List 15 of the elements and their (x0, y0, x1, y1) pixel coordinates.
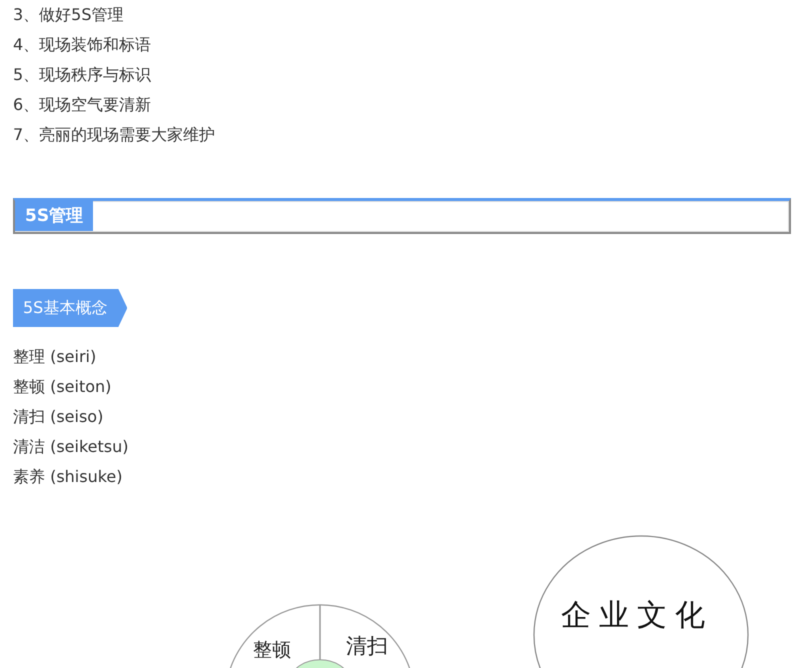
term-text: 整理 (seiri) (13, 347, 96, 366)
term-text: 素养 (shisuke) (13, 467, 123, 486)
list-item: 3、做好5S管理 (13, 5, 124, 24)
list-item: 6、现场空气要清新 (13, 95, 152, 114)
section-title: 5S管理 (15, 201, 94, 231)
list-item: 5、现场秩序与标识 (13, 65, 152, 84)
term-text: 整顿 (seiton) (13, 377, 112, 396)
diagram-label: 整顿 (253, 639, 291, 661)
term-text: 清洁 (seiketsu) (13, 437, 128, 456)
list-item: 7、亮丽的现场需要大家维护 (13, 125, 216, 144)
diagram-label: 清扫 (346, 634, 388, 658)
section-tag: 5S基本概念 (13, 289, 128, 327)
term-text: 清扫 (seiso) (13, 407, 104, 426)
diagram-label: 企业文化 (561, 598, 713, 633)
list-item: 4、现场装饰和标语 (13, 35, 152, 54)
